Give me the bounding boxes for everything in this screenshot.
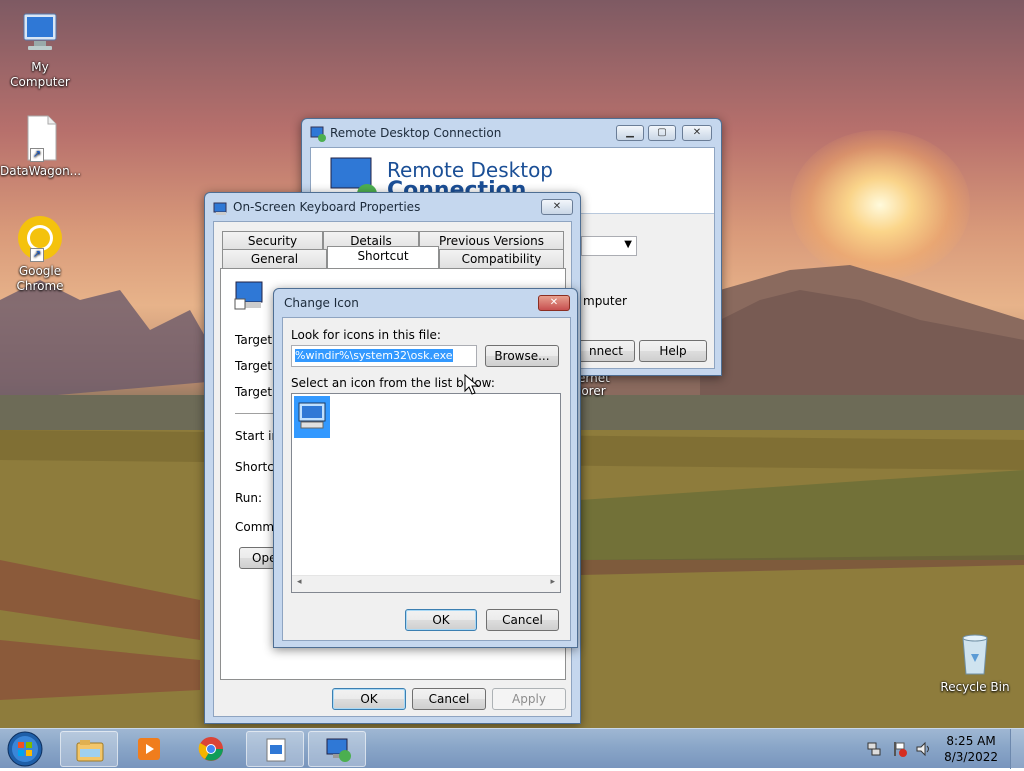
connect-button[interactable]: nnect [577,340,635,362]
taskbar-chrome-button[interactable] [182,731,240,767]
start-button[interactable] [6,730,46,768]
clock-time: 8:25 AM [946,734,996,748]
scroll-left-icon[interactable]: ◂ [297,577,302,587]
desktop-icon-google-chrome[interactable]: ↗ Google Chrome [0,214,80,294]
ok-button[interactable]: OK [405,609,477,631]
taskbar-properties-button[interactable] [246,731,304,767]
volume-icon[interactable] [915,741,931,757]
target-label: Target: [235,385,277,399]
browse-button[interactable]: Browse... [485,345,559,367]
osk-keyboard-icon [298,402,326,429]
connect-button-label: nnect [589,344,623,358]
window-title: Change Icon [284,296,359,310]
help-button-label: Help [659,344,687,358]
clock-date: 8/3/2022 [944,750,998,764]
tab-previous-versions[interactable]: Previous Versions [419,231,564,250]
desktop-icon-recycle-bin[interactable]: Recycle Bin [935,630,1015,695]
remote-desktop-icon [326,738,351,762]
taskbar-remote-desktop-button[interactable] [308,731,366,767]
close-button[interactable]: ✕ [541,199,573,215]
separator [235,413,275,414]
start-orb-icon [7,731,43,767]
desktop-icon-label: Recycle Bin [940,680,1010,694]
change-icon-titlebar[interactable]: Change Icon ✕ [274,289,577,317]
scroll-right-icon[interactable]: ▸ [550,577,555,587]
chrome-icon: ↗ [16,214,64,262]
recycle-bin-icon [951,630,999,678]
minimize-button[interactable]: ▁ [616,125,644,141]
shortcut-arrow-icon: ↗ [30,148,44,162]
tab-general[interactable]: General [222,249,327,268]
taskbar: 8:25 AM 8/3/2022 [0,728,1024,769]
tab-label: Compatibility [461,252,542,266]
horizontal-scrollbar[interactable]: ◂ ▸ [292,575,560,592]
button-label: OK [432,613,450,627]
look-for-icons-label: Look for icons in this file: [291,328,441,342]
mouse-cursor-icon [464,374,480,395]
cancel-button[interactable]: Cancel [486,609,559,631]
window-title: Remote Desktop Connection [330,126,502,140]
properties-titlebar[interactable]: On-Screen Keyboard Properties ✕ [205,193,580,221]
shortcut-arrow-icon: ↗ [30,248,44,262]
tab-label: Previous Versions [439,234,544,248]
computer-icon [16,10,64,58]
change-icon-client-area: Look for icons in this file: %windir%\sy… [282,317,571,641]
rdc-titlebar[interactable]: Remote Desktop Connection ▁ ▢ ✕ [302,119,721,147]
ok-button[interactable]: OK [332,688,406,710]
taskbar-explorer-button[interactable] [60,731,118,767]
computer-label-fragment: mputer [583,294,627,308]
close-button[interactable]: ✕ [682,125,712,141]
desktop-icon-datawagon[interactable]: ↗ DataWagon... [0,114,82,179]
help-button[interactable]: Help [639,340,707,362]
desktop-icon-label: Google Chrome [16,264,64,293]
button-label: OK [360,692,378,706]
tab-label: General [250,252,299,266]
window-title: On-Screen Keyboard Properties [233,200,421,214]
tab-security[interactable]: Security [222,231,323,250]
button-label: Browse... [494,349,550,363]
button-label: Cancel [502,613,543,627]
selected-path-text: %windir%\system32\osk.exe [295,349,453,362]
keyboard-icon [213,202,227,215]
tab-label: Shortcut [357,249,409,263]
osk-shortcut-icon [234,281,263,310]
network-icon[interactable] [866,741,882,757]
apply-button[interactable]: Apply [492,688,566,710]
show-desktop-button[interactable] [1010,729,1024,769]
computer-combobox-fragment[interactable]: ▼ [581,236,637,256]
icon-file-path-input[interactable]: %windir%\system32\osk.exe [291,345,477,367]
tab-label: Security [247,234,298,248]
osk-properties-icon [266,738,286,762]
tab-compatibility[interactable]: Compatibility [439,249,564,268]
icon-list-item-selected[interactable] [294,396,330,438]
system-clock[interactable]: 8:25 AM 8/3/2022 [944,733,998,765]
desktop-icon-my-computer[interactable]: My Computer [0,10,80,90]
icon-list[interactable]: ◂ ▸ [291,393,561,593]
run-label: Run: [235,491,263,505]
close-button[interactable]: ✕ [538,295,570,311]
explorer-icon [76,740,104,762]
chevron-down-icon: ▼ [624,239,632,250]
desktop-icon-label: My Computer [10,60,70,89]
button-label: Cancel [428,692,470,706]
maximize-button[interactable]: ▢ [648,125,676,141]
chrome-icon [198,737,223,761]
action-center-flag-icon[interactable] [891,741,907,757]
taskbar-media-player-button[interactable] [120,731,178,767]
button-label: Apply [512,692,546,706]
desktop-icon-label: DataWagon... [0,164,82,178]
media-player-icon [138,738,160,760]
tab-shortcut[interactable]: Shortcut [327,246,439,268]
remote-desktop-icon [310,126,326,142]
change-icon-dialog[interactable]: Change Icon ✕ Look for icons in this fil… [273,288,578,648]
file-shortcut-icon: ↗ [16,114,64,162]
cancel-button[interactable]: Cancel [412,688,486,710]
